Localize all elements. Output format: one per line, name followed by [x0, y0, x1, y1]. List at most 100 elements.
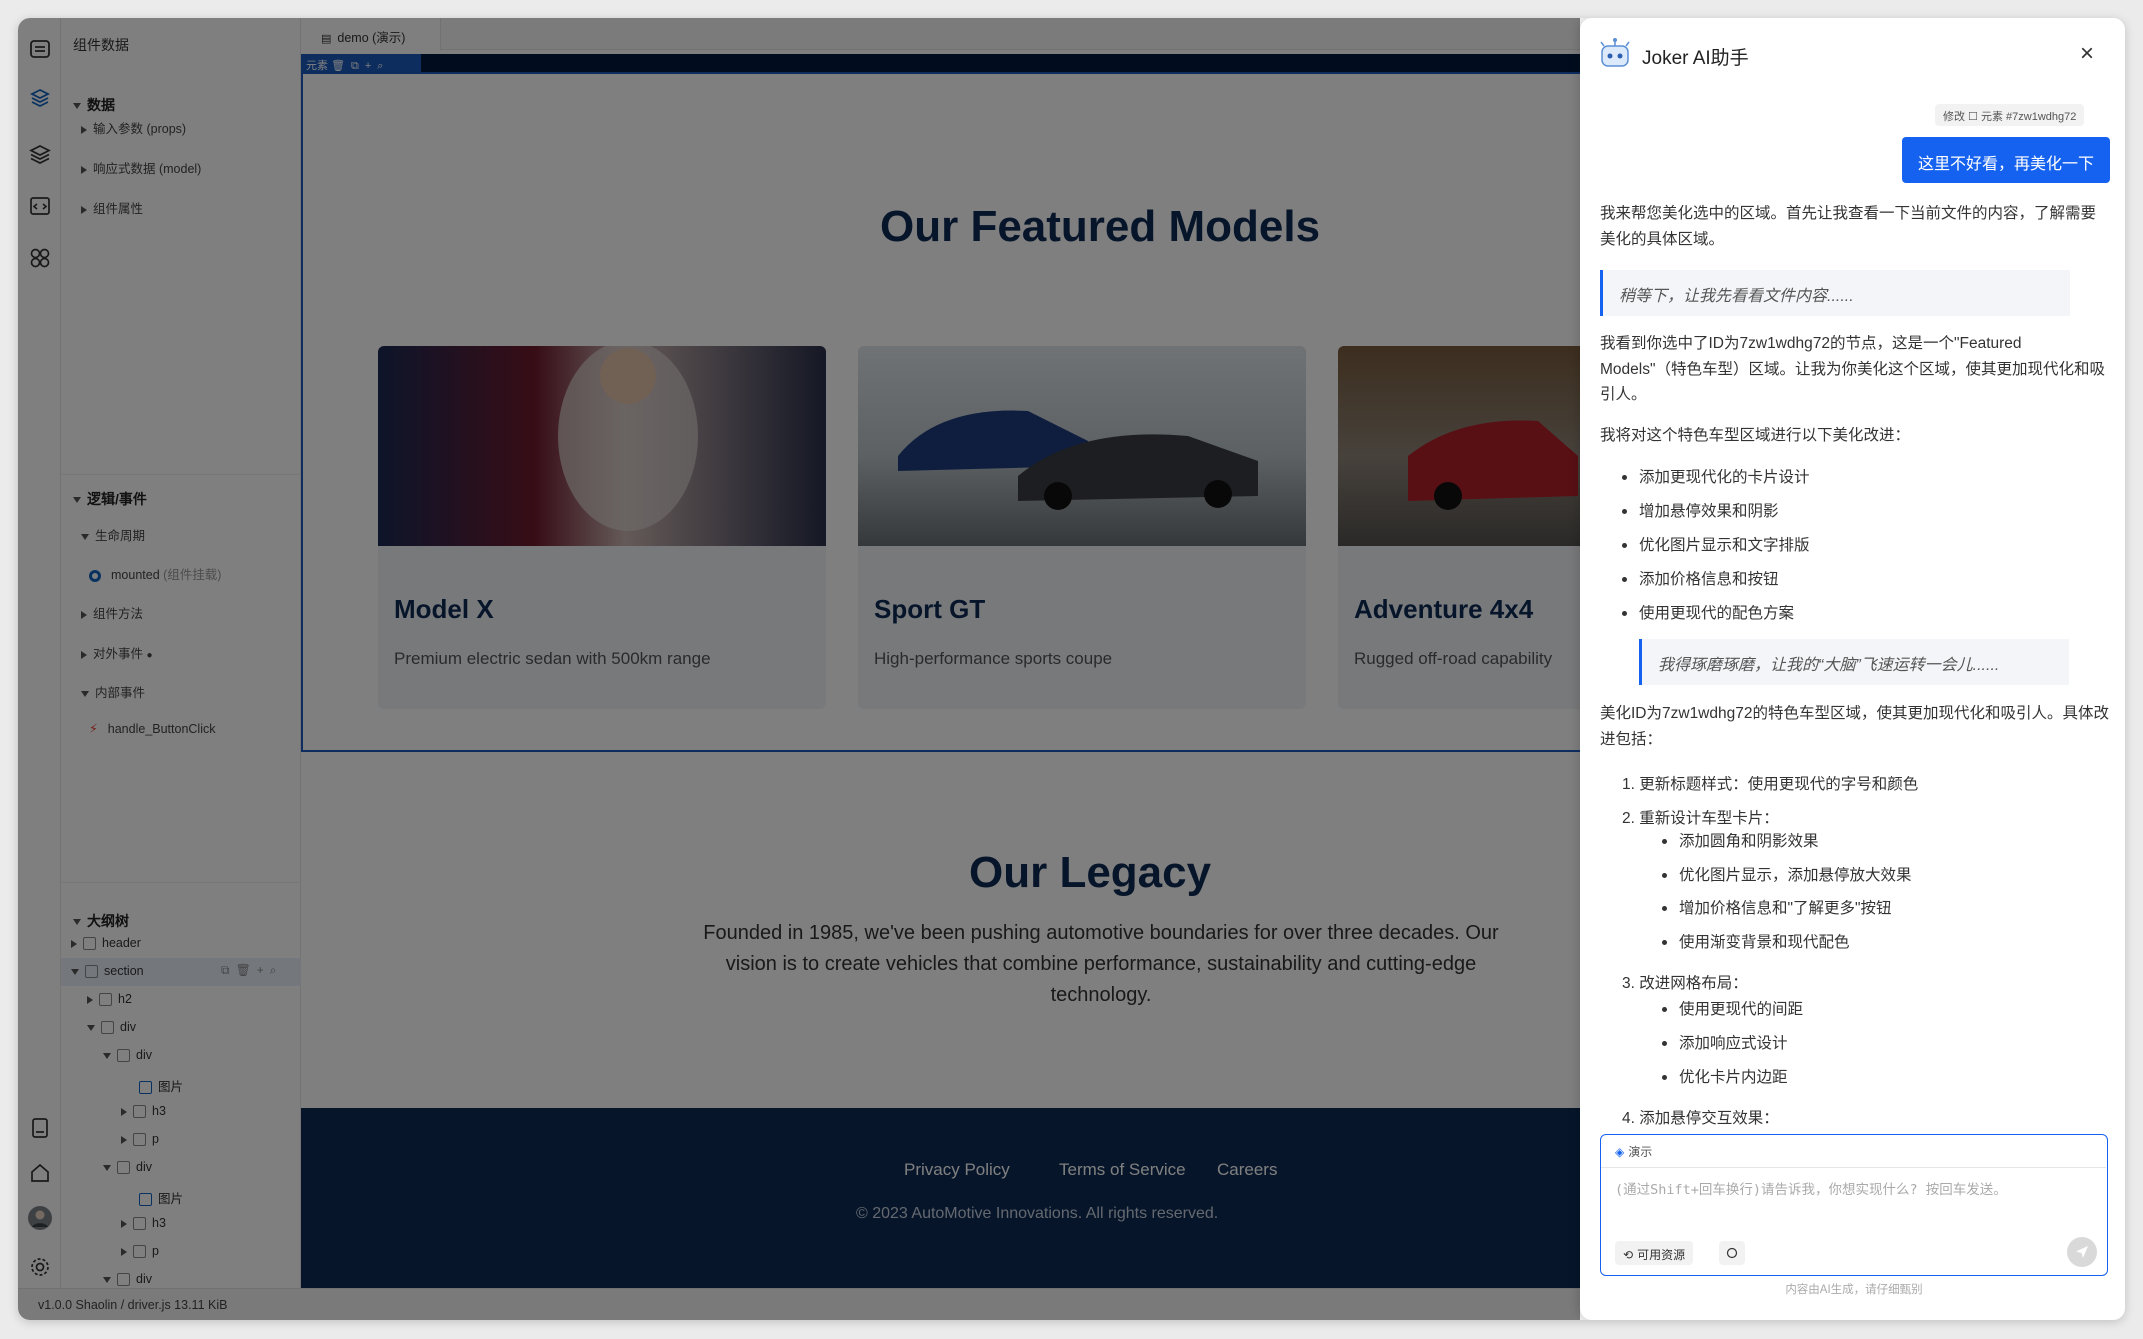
ai-thinking-quote: 稍等下，让我先看看文件内容...... [1600, 270, 2070, 316]
code-icon[interactable] [26, 192, 54, 220]
card-desc: High-performance sports coupe [874, 649, 1113, 668]
step-item: 4. 添加悬停交互效果： [1622, 1110, 1779, 1127]
copyright-text: © 2023 AutoMotive Innovations. All right… [856, 1205, 1219, 1222]
sub-bullet: 使用更现代的间距 [1662, 997, 1803, 1019]
tab-demo[interactable]: ▤ demo (演示) [301, 18, 441, 50]
footer-link-careers[interactable]: Careers [1217, 1160, 1277, 1180]
caret-down-icon [81, 690, 89, 697]
caret-down-icon [103, 1276, 111, 1283]
tree-node[interactable]: div [87, 1020, 136, 1035]
ai-message: 我看到你选中了ID为7zw1wdhg72的节点，这是一个"Featured Mo… [1600, 335, 2105, 403]
ai-disclaimer: 内容由AI生成，请仔细甄别 [1785, 1284, 1923, 1296]
methods-item[interactable]: 组件方法 [81, 603, 143, 622]
layers-icon[interactable] [26, 140, 54, 168]
caret-down-icon [103, 1164, 111, 1171]
node-actions-icon[interactable]: ⧉🗑+⌕ [221, 963, 283, 978]
card-title: Sport GT [874, 594, 986, 624]
bullet-item: 使用更现代的配色方案 [1622, 601, 1794, 623]
caret-down-icon [87, 1024, 95, 1031]
element-icon [117, 1161, 130, 1175]
settings-icon[interactable] [26, 1253, 54, 1281]
ai-message: 美化ID为7zw1wdhg72的特色车型区域，使其更加现代化和吸引人。具体改进包… [1600, 705, 2109, 748]
model-card[interactable]: Sport GT High-performance sports coupe [858, 346, 1306, 709]
tree-node[interactable]: div [103, 1160, 152, 1175]
caret-down-icon [73, 497, 81, 504]
caret-right-icon [81, 610, 87, 619]
selection-chip[interactable]: 元素 🗑⧉+⌕ [301, 54, 421, 72]
caret-right-icon [81, 650, 87, 659]
context-tag[interactable]: ◈ 演示 [1615, 1143, 1652, 1160]
featured-section[interactable]: Our Featured Models Model X Premium elec… [301, 72, 1786, 752]
tree-node[interactable]: h3 [121, 1104, 166, 1119]
tree-node[interactable]: h3 [121, 1216, 166, 1231]
tree-node[interactable]: 图片 [139, 1188, 183, 1207]
close-icon[interactable]: × [2080, 40, 2094, 68]
tree-node[interactable]: header [71, 936, 141, 951]
caret-right-icon [121, 1135, 127, 1144]
sub-bullet: 增加价格信息和"了解更多"按钮 [1662, 896, 1892, 918]
caret-right-icon [121, 1219, 127, 1228]
mounted-item[interactable]: mounted (组件挂载) [89, 564, 221, 583]
element-icon [83, 937, 96, 951]
outline-section-header[interactable]: 大纲树 [73, 911, 129, 931]
selection-toolbar: 元素 🗑⧉+⌕ [301, 54, 1601, 72]
card-title: Model X [394, 594, 494, 624]
element-icon [117, 1273, 130, 1287]
model-card[interactable]: Model X Premium electric sedan with 500k… [378, 346, 826, 709]
app-window: 组件数据 数据 输入参数 (props) 响应式数据 (model) 组件属性 … [18, 18, 2125, 1320]
footer-link-terms[interactable]: Terms of Service [1059, 1160, 1186, 1180]
element-icon [133, 1245, 146, 1259]
handler-item[interactable]: ⚡ handle_ButtonClick [89, 721, 216, 736]
resources-button[interactable]: ⟲ 可用资源 [1615, 1241, 1694, 1265]
components-icon[interactable] [26, 244, 54, 272]
robot-icon [1598, 36, 1632, 75]
chat-bubble-icon[interactable] [1719, 1241, 1745, 1265]
tree-node[interactable]: 图片 [139, 1076, 183, 1095]
step-item: 3. 改进网格布局： [1622, 975, 1748, 992]
caret-down-icon [71, 968, 79, 975]
chat-input-box[interactable]: ◈ 演示 (通过Shift+回车换行)请告诉我，你想实现什么? 按回车发送。 ⟲ 可… [1600, 1134, 2108, 1276]
tree-node[interactable]: div [103, 1048, 152, 1063]
file-icon[interactable] [26, 35, 54, 63]
legacy-title: Our Legacy [969, 848, 1212, 897]
element-icon [117, 1049, 130, 1063]
lifecycle-item[interactable]: 生命周期 [81, 525, 145, 544]
pin-icon: ● [146, 650, 153, 661]
caret-down-icon [103, 1052, 111, 1059]
tree-node[interactable]: p [121, 1244, 159, 1259]
bullet-item: 增加悬停效果和阴影 [1622, 499, 1779, 521]
caret-right-icon [81, 165, 87, 174]
bullet-item: 添加价格信息和按钮 [1622, 567, 1779, 589]
selection-actions-icon[interactable]: 🗑⧉+⌕ [331, 60, 389, 72]
ai-assistant-drawer: Joker AI助手 × 修改 ☐ 元素 #7zw1wdhg72 这里不好看，再… [1580, 18, 2125, 1320]
internal-events-item[interactable]: 内部事件 [81, 682, 145, 701]
home-icon[interactable] [26, 1159, 54, 1187]
data-icon[interactable] [26, 84, 54, 112]
ai-message: 我将对这个特色车型区域进行以下美化改进： [1600, 427, 1911, 444]
footer-link-privacy[interactable]: Privacy Policy [904, 1160, 1010, 1180]
chat-input[interactable]: (通过Shift+回车换行)请告诉我，你想实现什么? 按回车发送。 [1615, 1178, 2007, 1198]
image-icon [139, 1193, 152, 1207]
card-desc: Premium electric sedan with 500km range [394, 649, 711, 668]
data-item-model[interactable]: 响应式数据 (model) [81, 158, 201, 177]
tree-node[interactable]: p [121, 1132, 159, 1147]
icon-rail [18, 18, 61, 1320]
tree-node-selected[interactable]: section ⧉🗑+⌕ [61, 958, 301, 986]
data-item-props[interactable]: 输入参数 (props) [81, 118, 186, 137]
logic-section-header[interactable]: 逻辑/事件 [73, 489, 147, 509]
link-icon: ⟲ [1623, 1248, 1634, 1262]
ai-message: 我来帮您美化选中的区域。首先让我查看一下当前文件的内容，了解需要美化的具体区域。 [1600, 205, 2097, 248]
send-button[interactable] [2067, 1237, 2097, 1267]
data-section-header[interactable]: 数据 [73, 95, 115, 115]
data-item-attrs[interactable]: 组件属性 [81, 198, 143, 217]
external-events-item[interactable]: 对外事件 ● [81, 643, 153, 662]
tree-node[interactable]: div [103, 1272, 152, 1287]
avatar[interactable] [26, 1204, 54, 1232]
sub-bullet: 使用渐变背景和现代配色 [1662, 930, 1850, 952]
sub-bullet: 添加响应式设计 [1662, 1031, 1788, 1053]
panel-title: 组件数据 [73, 37, 129, 53]
book-icon[interactable] [26, 1114, 54, 1142]
tree-node[interactable]: h2 [87, 992, 132, 1007]
step-item: 2. 重新设计车型卡片： [1622, 810, 1779, 827]
element-icon [133, 1133, 146, 1147]
